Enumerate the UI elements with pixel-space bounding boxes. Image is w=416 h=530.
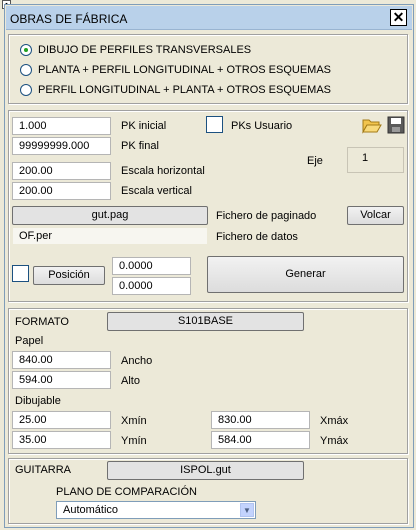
datos-file-field[interactable]: OF.per <box>12 227 208 245</box>
paginado-file-button[interactable]: gut.pag <box>12 206 208 225</box>
plano-comparacion-label: PLANO DE COMPARACIÓN <box>56 486 197 498</box>
paginado-label: Fichero de paginado <box>216 210 317 222</box>
pk-inicial-label: PK inicial <box>121 120 167 132</box>
ymax-label: Ymáx <box>320 435 349 447</box>
formato-label: FORMATO <box>15 316 69 328</box>
xmin-label: Xmín <box>121 415 147 427</box>
pks-usuario-checkbox[interactable] <box>206 116 223 133</box>
plano-comparacion-value: Automático <box>63 504 119 516</box>
generar-button[interactable]: Generar <box>207 256 404 293</box>
alto-label: Alto <box>121 375 140 387</box>
eje-value: 1 <box>347 147 404 173</box>
ancho-label: Ancho <box>121 355 153 367</box>
radio-planta-perfil[interactable] <box>20 64 32 76</box>
posicion-y-input[interactable]: 0.0000 <box>112 277 191 295</box>
folder-open-icon[interactable] <box>362 116 382 134</box>
chevron-down-icon[interactable]: ▼ <box>240 503 254 517</box>
xmax-input[interactable]: 830.00 <box>211 411 310 429</box>
pk-final-label: PK final <box>121 140 159 152</box>
floppy-disk-icon[interactable] <box>387 116 405 134</box>
escala-vertical-label: Escala vertical <box>121 185 192 197</box>
pk-inicial-input[interactable]: 1.000 <box>12 117 111 135</box>
pks-usuario-label: PKs Usuario <box>231 120 293 132</box>
radio-perfiles-transversales[interactable] <box>20 44 32 56</box>
escala-horizontal-input[interactable]: 200.00 <box>12 162 111 180</box>
eje-label: Eje <box>307 155 323 167</box>
pk-final-input[interactable]: 99999999.000 <box>12 137 111 155</box>
dibujable-label: Dibujable <box>15 395 61 407</box>
guitarra-label: GUITARRA <box>15 464 72 476</box>
posicion-button[interactable]: Posición <box>33 266 105 285</box>
posicion-checkbox[interactable] <box>12 265 29 282</box>
datos-label: Fichero de datos <box>216 231 298 243</box>
radio-label: PERFIL LONGITUDINAL + PLANTA + OTROS ESQ… <box>38 84 331 96</box>
radio-label: DIBUJO DE PERFILES TRANSVERSALES <box>38 44 252 56</box>
xmax-label: Xmáx <box>320 415 349 427</box>
escala-horizontal-label: Escala horizontal <box>121 165 205 177</box>
window-title: OBRAS DE FÁBRICA <box>10 12 128 26</box>
posicion-x-input[interactable]: 0.0000 <box>112 257 191 275</box>
radio-label: PLANTA + PERFIL LONGITUDINAL + OTROS ESQ… <box>38 64 331 76</box>
radio-perfil-planta[interactable] <box>20 84 32 96</box>
formato-select-button[interactable]: S101BASE <box>107 312 304 331</box>
guitarra-select-button[interactable]: ISPOL.gut <box>107 461 304 480</box>
ymin-label: Ymín <box>121 435 147 447</box>
alto-input[interactable]: 594.00 <box>12 371 111 389</box>
close-button[interactable]: ✕ <box>390 9 407 26</box>
volcar-button[interactable]: Volcar <box>347 206 404 225</box>
papel-label: Papel <box>15 335 44 347</box>
ancho-input[interactable]: 840.00 <box>12 351 111 369</box>
plano-comparacion-dropdown[interactable]: Automático ▼ <box>56 501 256 519</box>
ymin-input[interactable]: 35.00 <box>12 431 111 449</box>
escala-vertical-input[interactable]: 200.00 <box>12 182 111 200</box>
xmin-input[interactable]: 25.00 <box>12 411 111 429</box>
ymax-input[interactable]: 584.00 <box>211 431 310 449</box>
